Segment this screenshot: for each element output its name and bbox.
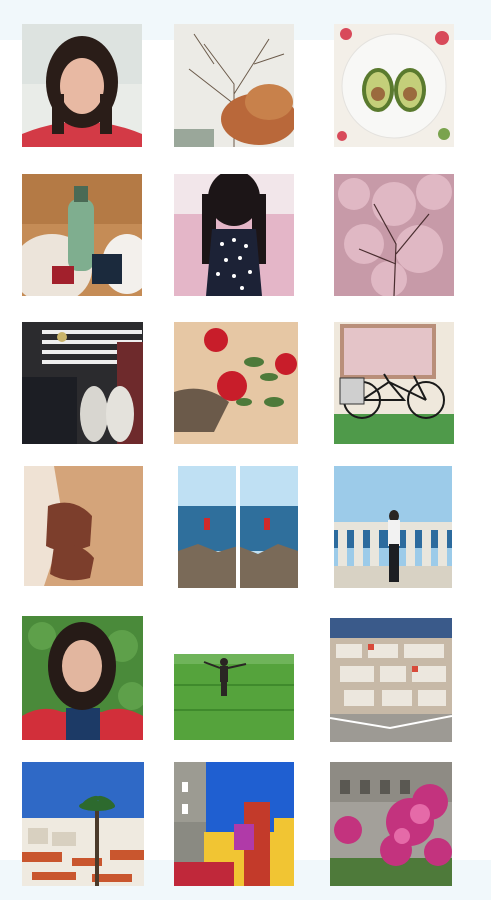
- photo-person-in-green-field[interactable]: [174, 654, 294, 740]
- photo-pink-blossom-tree[interactable]: [334, 174, 454, 296]
- photo-autumn-tree-branches[interactable]: [174, 24, 294, 147]
- photo-red-roses-in-hand[interactable]: [174, 322, 298, 444]
- photo-girl-at-balustrade-sea[interactable]: [334, 466, 452, 588]
- photo-polka-dot-top-pink-cardigan[interactable]: [174, 174, 294, 296]
- photo-avocado-halves-plate[interactable]: [334, 24, 454, 147]
- photo-girl-by-sea-rocks-diptych[interactable]: [178, 466, 298, 588]
- photo-city-rooftops-palm[interactable]: [22, 762, 144, 886]
- photo-outfit-flatlay-sneakers[interactable]: [22, 322, 143, 444]
- photo-colorful-palace-towers[interactable]: [174, 762, 294, 886]
- photo-bougainvillea-courtyard[interactable]: [330, 762, 452, 886]
- photo-bicycle-shop-window[interactable]: [334, 322, 454, 444]
- photo-selfie-red-top[interactable]: [22, 24, 142, 147]
- photo-boots-on-wooden-floor[interactable]: [24, 466, 143, 586]
- photo-drink-bottle-cozy-blanket[interactable]: [22, 174, 142, 296]
- photo-selfie-by-hedge[interactable]: [22, 616, 143, 740]
- photo-market-stalls-from-above[interactable]: [330, 618, 452, 742]
